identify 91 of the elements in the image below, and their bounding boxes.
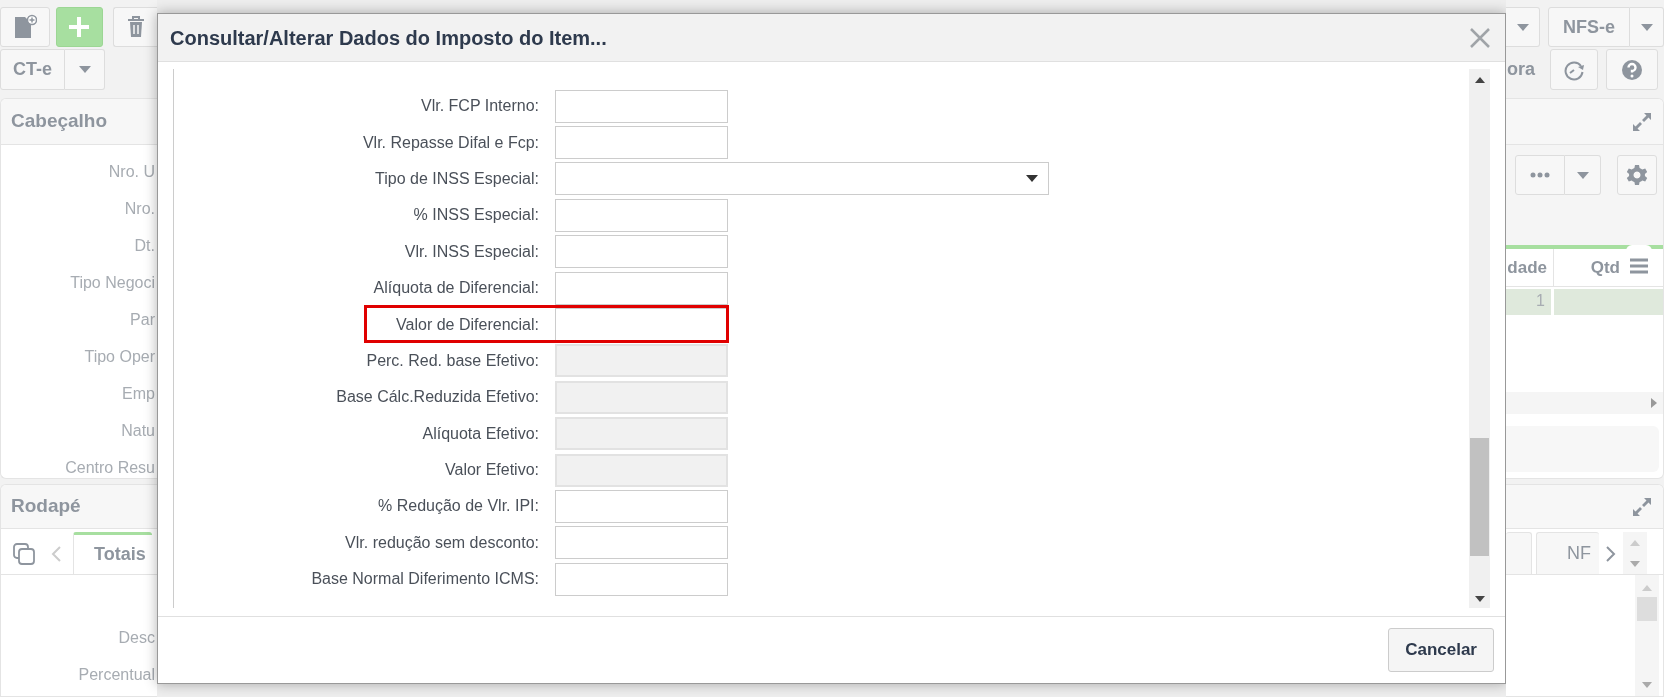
caret-icon [1576, 171, 1589, 179]
field-label: Natu [120, 421, 156, 441]
field-label: Alíquota de Diferencial: [372, 278, 539, 299]
clock-icon [1563, 58, 1585, 81]
field-label: Tipo Oper [83, 347, 156, 367]
panel-title: Rodapé [11, 494, 81, 519]
close-button[interactable] [1469, 25, 1491, 50]
copy-icon [13, 542, 35, 565]
field-label: % Redução de Vlr. IPI: [377, 496, 539, 517]
field-label: Tipo de INSS Especial: [374, 168, 539, 189]
select-field[interactable] [555, 162, 1049, 196]
field-label: Centro Resu [64, 458, 156, 478]
panel-title: Cabeçalho [11, 109, 108, 134]
field-label: Vlr. Repasse Difal e Fcp: [361, 132, 539, 153]
input-field[interactable] [555, 198, 728, 232]
trash-icon [126, 16, 145, 38]
scrollbar[interactable] [1469, 69, 1490, 608]
field-label: Desc [117, 628, 156, 648]
new-document-button[interactable] [0, 7, 50, 47]
caret-icon [1026, 175, 1038, 183]
scroll-up-icon [1630, 539, 1640, 546]
tab[interactable]: Totais [73, 532, 152, 574]
chevron-right-icon [1606, 545, 1616, 562]
field-label: Percentual [77, 665, 156, 685]
nfs-e-button[interactable]: NFS-e [1548, 7, 1630, 47]
field-label: Alíquota Efetivo: [421, 423, 539, 444]
tab[interactable] [1506, 532, 1532, 574]
scroll-up-icon [1474, 77, 1485, 83]
dropdown-button[interactable] [1565, 155, 1601, 195]
field-label: Base Normal Diferimento ICMS: [310, 569, 539, 590]
field-label: % INSS Especial: [412, 205, 539, 226]
help-button[interactable] [1606, 49, 1658, 90]
scroll-down-icon [1474, 596, 1485, 602]
field-label: Vlr. redução sem desconto: [344, 532, 539, 553]
copy-button[interactable] [13, 541, 35, 565]
settings-button[interactable] [1617, 155, 1657, 195]
dropdown-button[interactable] [1506, 7, 1540, 47]
close-icon [1469, 27, 1491, 50]
field-label: Tipo Negoci [69, 273, 156, 293]
dropdown-button[interactable] [65, 49, 105, 90]
caret-icon [1516, 23, 1529, 31]
field-label: Valor Efetivo: [444, 460, 539, 481]
partial-button[interactable]: ora [1506, 49, 1542, 90]
input-field[interactable] [555, 490, 728, 523]
chevron-left-icon [51, 545, 61, 562]
input-field[interactable] [555, 235, 728, 269]
document-plus-icon [12, 14, 37, 40]
field-label: Par [129, 310, 156, 330]
field-label: Perc. Red. base Efetivo: [365, 350, 539, 371]
input-field[interactable] [555, 308, 728, 342]
delete-button[interactable] [113, 7, 157, 47]
scroll-down-icon [1642, 682, 1652, 688]
tab[interactable]: NF [1536, 532, 1599, 574]
plus-icon [68, 16, 91, 38]
menu-icon [1629, 257, 1649, 274]
expand-icon [1631, 110, 1653, 133]
field-label: Base Cálc.Reduzida Efetivo: [335, 387, 539, 408]
column-header[interactable]: dade [1506, 249, 1554, 286]
scroll-right-icon [1651, 398, 1657, 408]
help-icon [1621, 58, 1643, 81]
input-field[interactable] [555, 126, 728, 160]
table-cell: 1 [1506, 289, 1554, 315]
dialog-title: Consultar/Alterar Dados do Imposto do Item... [170, 25, 607, 51]
ct-e-button[interactable]: CT-e [0, 49, 65, 90]
expand-icon [1631, 495, 1653, 518]
table-row[interactable]: 1 [1506, 289, 1663, 315]
dots-icon [1530, 172, 1550, 178]
field-label: Emp [121, 384, 156, 404]
cancel-button[interactable]: Cancelar [1388, 628, 1494, 672]
input-field[interactable] [555, 562, 728, 596]
scroll-down-icon [1630, 560, 1640, 567]
field-label: Vlr. INSS Especial: [403, 241, 539, 262]
dropdown-button[interactable] [1630, 7, 1664, 47]
field-label: Nro. [123, 199, 156, 219]
input-field[interactable] [555, 526, 728, 560]
history-button[interactable] [1550, 49, 1598, 90]
caret-icon [78, 66, 91, 73]
column-header[interactable]: Qtd [1554, 249, 1626, 286]
gear-icon [1626, 164, 1648, 186]
input-field[interactable] [555, 89, 728, 123]
add-button[interactable] [55, 7, 104, 47]
caret-icon [1640, 23, 1653, 31]
field-label: Vlr. FCP Interno: [420, 96, 539, 117]
input-field[interactable] [555, 271, 728, 305]
scroll-up-icon [1642, 585, 1652, 591]
scrollbar-thumb[interactable] [1470, 438, 1489, 556]
more-button[interactable] [1515, 155, 1565, 195]
field-label: Valor de Diferencial: [395, 314, 539, 335]
scrollbar-thumb[interactable] [1637, 597, 1657, 621]
field-label: Dt. [133, 236, 156, 256]
field-label: Nro. U [107, 162, 156, 182]
